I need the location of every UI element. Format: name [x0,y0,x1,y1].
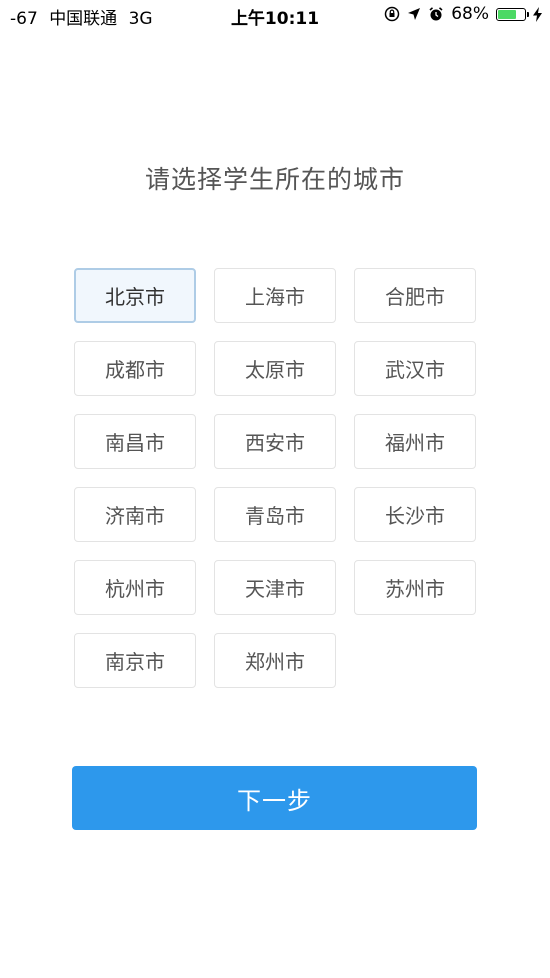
city-button[interactable]: 南昌市 [74,414,196,469]
city-button[interactable]: 济南市 [74,487,196,542]
city-button[interactable]: 福州市 [354,414,476,469]
city-button[interactable]: 郑州市 [214,633,336,688]
charging-bolt-icon [533,6,542,22]
city-button[interactable]: 天津市 [214,560,336,615]
network-type: 3G [128,9,153,29]
city-button[interactable]: 西安市 [214,414,336,469]
battery-percent: 68% [451,4,489,24]
battery-cap [527,11,529,17]
page-title: 请选择学生所在的城市 [144,165,405,194]
city-button[interactable]: 太原市 [214,341,336,396]
city-button[interactable]: 北京市 [74,268,196,323]
city-grid: 北京市 上海市 合肥市成都市 太原市 武汉市南昌市 西安市 福州市济南市 青岛市 长沙市杭州市天… [74,268,476,688]
status-left: -67 中国联通 3G [10,4,159,29]
city-button[interactable]: 成都市 [74,341,196,396]
next-button[interactable]: 下一步 [72,766,477,830]
city-button[interactable]: 武汉市 [354,341,476,396]
alarm-icon [428,6,444,22]
battery-icon [496,7,529,21]
rotation-lock-icon [384,6,400,22]
status-bar: -67 中国联通 3G 上午10:11 68% [0,0,550,32]
city-button[interactable]: 杭州市 [74,560,196,615]
city-button[interactable]: 上海市 [214,268,336,323]
city-button[interactable]: 长沙市 [354,487,476,542]
city-button[interactable]: 南京市 [74,633,196,688]
signal-strength: -67 [10,9,38,29]
city-button[interactable]: 合肥市 [354,268,476,323]
carrier-name: 中国联通 [49,9,118,29]
battery-fill [498,9,516,19]
status-right: 68% [384,4,542,24]
location-arrow-icon [407,7,421,21]
city-button[interactable]: 苏州市 [354,560,476,615]
city-button[interactable]: 青岛市 [214,487,336,542]
